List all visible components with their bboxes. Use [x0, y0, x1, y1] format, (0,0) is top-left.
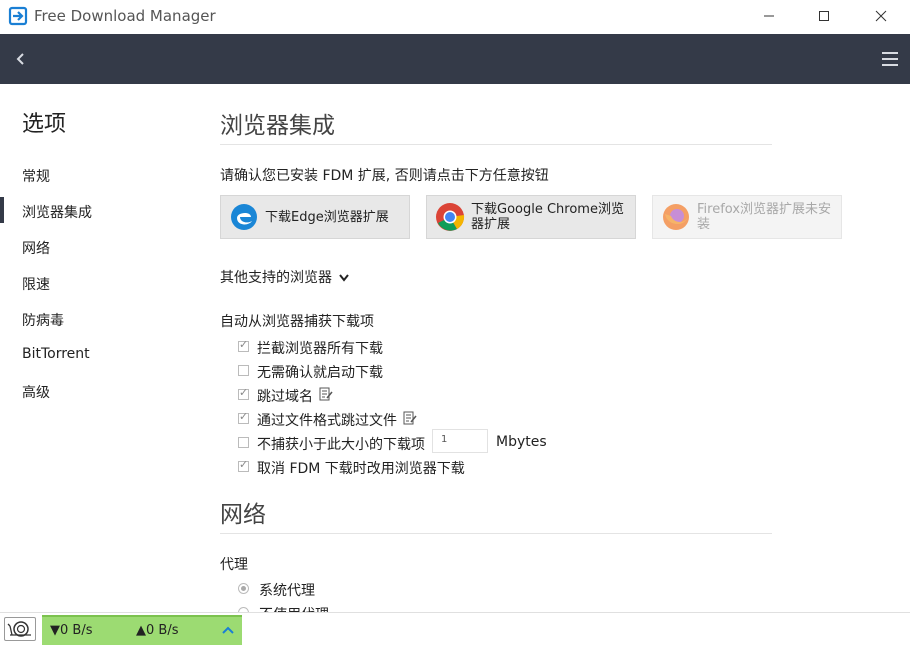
sidebar-item-browser-integration[interactable]: 浏览器集成 — [22, 202, 92, 222]
min-size-label: 不捕获小于此大小的下载项 — [257, 437, 425, 453]
edit-file-types-icon[interactable] — [403, 411, 417, 425]
close-button[interactable] — [858, 0, 904, 32]
snail-icon — [7, 621, 31, 637]
edge-icon — [231, 204, 257, 230]
sidebar-item-speed-limit[interactable]: 限速 — [22, 274, 50, 294]
edge-extension-button[interactable]: 下载Edge浏览器扩展 — [220, 195, 410, 239]
system-proxy-radio[interactable] — [238, 583, 249, 594]
chrome-extension-label: 下载Google Chrome浏览器扩展 — [471, 202, 624, 232]
fallback-browser-checkbox[interactable] — [238, 458, 249, 472]
app-title: Free Download Manager — [34, 7, 216, 25]
min-size-unit: Mbytes — [496, 434, 547, 450]
sidebar-item-bittorrent[interactable]: BitTorrent — [22, 346, 90, 362]
maximize-button[interactable] — [801, 0, 847, 32]
chrome-extension-button[interactable]: 下载Google Chrome浏览器扩展 — [426, 195, 636, 239]
firefox-extension-label: Firefox浏览器扩展未安装 — [697, 202, 832, 232]
skip-file-types-label: 通过文件格式跳过文件 — [257, 413, 397, 429]
divider — [220, 533, 772, 534]
snail-mode-button[interactable] — [4, 617, 36, 641]
sidebar-item-advanced[interactable]: 高级 — [22, 382, 50, 402]
skip-domains-label: 跳过域名 — [257, 389, 313, 405]
minimize-button[interactable] — [746, 0, 792, 32]
options-title: 选项 — [22, 112, 67, 137]
firefox-icon — [663, 204, 689, 230]
browser-integration-heading: 浏览器集成 — [220, 113, 335, 139]
edit-domains-icon[interactable] — [319, 387, 333, 401]
chevron-down-icon — [339, 274, 350, 282]
extension-prompt: 请确认您已安装 FDM 扩展, 否则请点击下方任意按钮 — [220, 168, 549, 184]
options-content[interactable]: 浏览器集成 请确认您已安装 FDM 扩展, 否则请点击下方任意按钮 下载Edge… — [200, 84, 910, 612]
intercept-all-checkbox[interactable] — [238, 338, 249, 352]
speed-panel[interactable]: ▼0 B/s ▲0 B/s — [42, 615, 242, 645]
close-icon — [875, 10, 887, 22]
other-browsers-label: 其他支持的浏览器 — [220, 270, 332, 286]
chevron-up-icon[interactable] — [222, 625, 234, 635]
hamburger-menu-icon[interactable] — [880, 50, 900, 68]
status-bar: ▼0 B/s ▲0 B/s — [0, 612, 910, 645]
top-toolbar — [0, 34, 910, 84]
options-sidebar: 选项 常规 浏览器集成 网络 限速 防病毒 BitTorrent 高级 — [0, 84, 200, 612]
intercept-all-label: 拦截浏览器所有下载 — [257, 341, 383, 357]
sidebar-item-antivirus[interactable]: 防病毒 — [22, 310, 64, 330]
active-indicator — [0, 197, 4, 223]
other-browsers-toggle[interactable]: 其他支持的浏览器 — [220, 267, 350, 287]
sidebar-item-network[interactable]: 网络 — [22, 238, 50, 258]
minimize-icon — [764, 15, 774, 17]
sidebar-item-general[interactable]: 常规 — [22, 166, 50, 186]
download-speed: ▼0 B/s — [50, 623, 93, 638]
chrome-icon — [436, 203, 465, 231]
network-heading: 网络 — [220, 502, 266, 528]
no-confirm-checkbox[interactable] — [238, 365, 249, 376]
firefox-extension-button[interactable]: Firefox浏览器扩展未安装 — [652, 195, 842, 239]
min-size-input[interactable]: 1 — [432, 429, 488, 453]
min-size-checkbox[interactable] — [238, 437, 249, 448]
system-proxy-label: 系统代理 — [259, 583, 315, 599]
proxy-heading: 代理 — [220, 557, 248, 573]
back-arrow-icon[interactable] — [12, 48, 30, 70]
skip-domains-checkbox[interactable] — [238, 386, 249, 400]
skip-file-types-checkbox[interactable] — [238, 410, 249, 424]
maximize-icon — [819, 11, 829, 21]
no-confirm-label: 无需确认就启动下载 — [257, 365, 383, 381]
upload-speed: ▲0 B/s — [136, 623, 179, 638]
title-bar: Free Download Manager — [0, 0, 910, 34]
fallback-browser-label: 取消 FDM 下载时改用浏览器下载 — [257, 461, 465, 477]
auto-capture-heading: 自动从浏览器捕获下载项 — [220, 314, 374, 330]
divider — [220, 144, 772, 145]
no-proxy-label: 不使用代理 — [259, 604, 329, 612]
edge-extension-label: 下载Edge浏览器扩展 — [265, 209, 389, 225]
fdm-logo-icon — [8, 6, 28, 26]
